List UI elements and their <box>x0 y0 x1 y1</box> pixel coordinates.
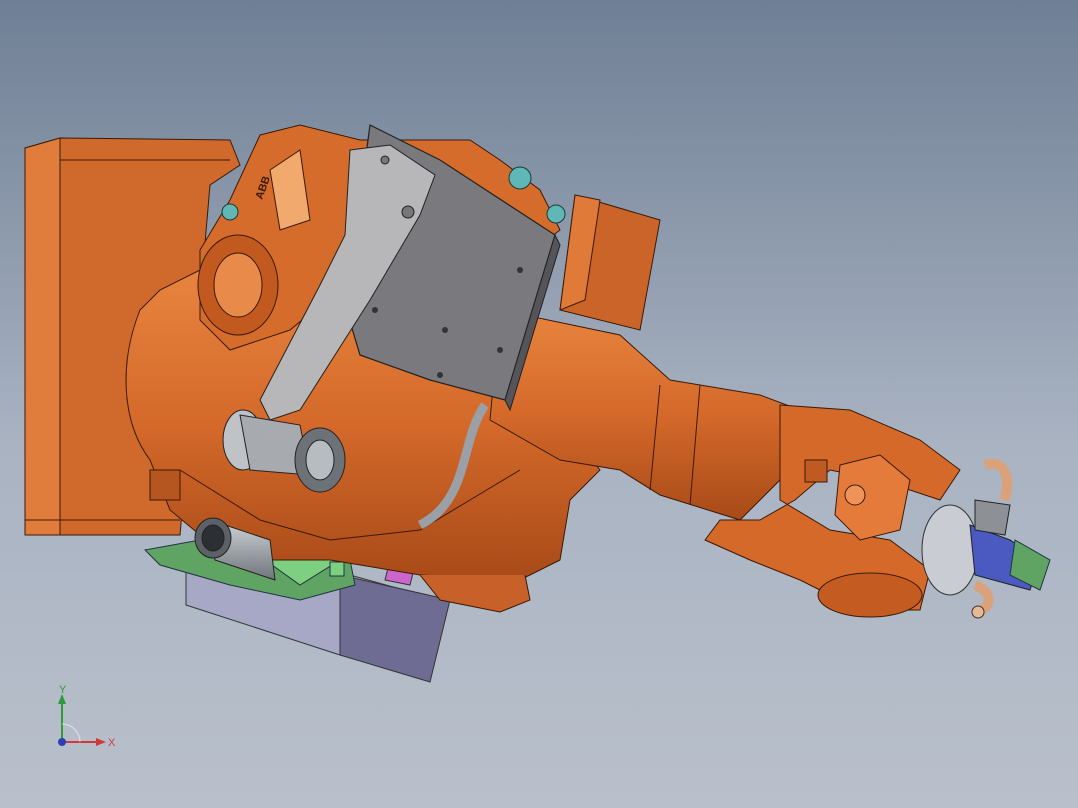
teal-plug-1 <box>508 166 532 190</box>
y-axis-label: Y <box>59 684 67 696</box>
x-axis-arrow <box>96 738 106 746</box>
teal-plug-3 <box>221 203 239 221</box>
robot-arm-model[interactable]: ABB <box>0 0 1078 808</box>
3d-viewport[interactable]: ABB Y X <box>0 0 1078 808</box>
z-axis-origin <box>58 738 66 746</box>
teal-plug-2 <box>546 204 566 224</box>
x-axis-label: X <box>108 737 116 749</box>
coordinate-triad: Y X <box>58 684 116 749</box>
